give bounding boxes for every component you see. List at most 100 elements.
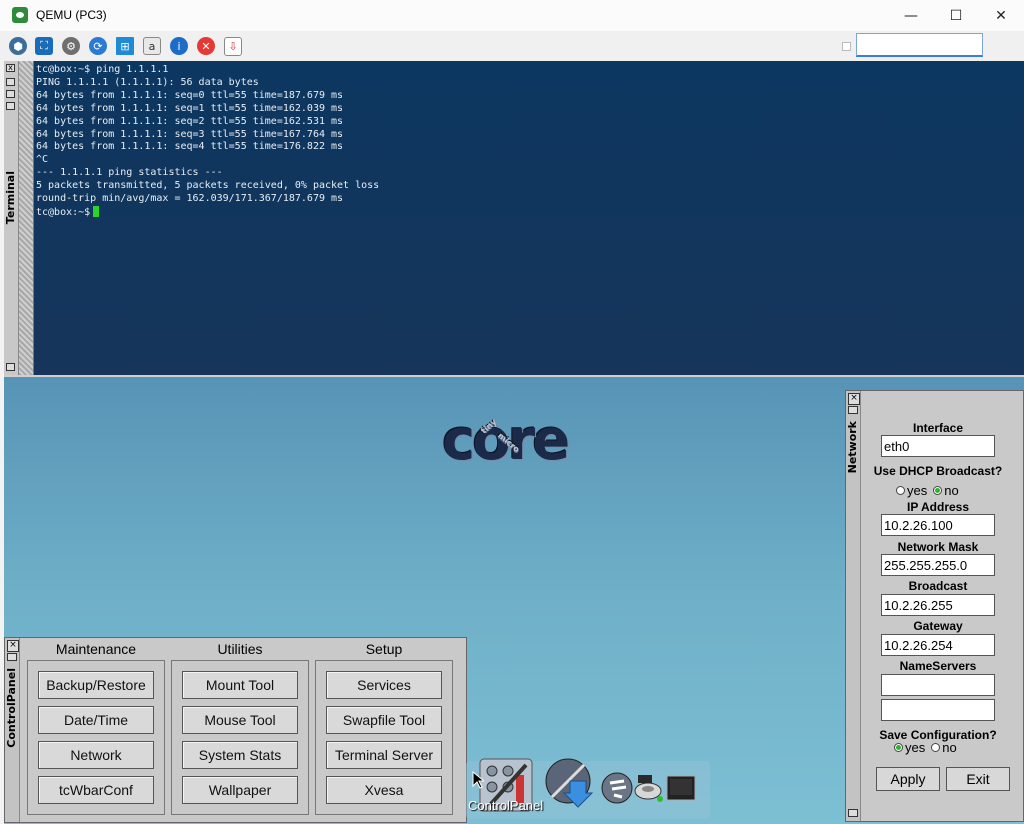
broadcast-field[interactable] — [881, 594, 995, 616]
control-panel-shade-icon[interactable] — [7, 653, 17, 661]
terminal-label: Terminal — [4, 171, 17, 225]
terminal-maximize-icon[interactable] — [6, 102, 15, 110]
dhcp-radio-group: yes no — [896, 483, 959, 498]
utilities-heading: Utilities — [217, 641, 263, 657]
maintenance-frame: Backup/Restore Date/Time Network tcWbarC… — [27, 660, 165, 815]
dhcp-label: Use DHCP Broadcast? — [873, 464, 1003, 478]
terminal-line: 64 bytes from 1.1.1.1: seq=2 ttl=55 time… — [36, 115, 344, 127]
toolbar-input[interactable] — [856, 33, 983, 57]
services-button[interactable]: Services — [326, 671, 442, 699]
terminal-iconify-icon[interactable] — [6, 90, 15, 98]
mouse-tool-button[interactable]: Mouse Tool — [182, 706, 298, 734]
terminal-sidebar: x Terminal — [4, 61, 19, 375]
gateway-label: Gateway — [913, 619, 963, 633]
vm-display[interactable]: x Terminal tc@box:~$ ping 1.1.1.1 PING 1… — [4, 61, 1024, 824]
terminal-line: --- 1.1.1.1 ping statistics --- — [36, 167, 223, 179]
window-titlebar: QEMU (PC3) — ☐ ✕ — [0, 0, 1024, 31]
utilities-column: Utilities Mount Tool Mouse Tool System S… — [171, 640, 309, 815]
terminal-line: 64 bytes from 1.1.1.1: seq=1 ttl=55 time… — [36, 102, 344, 114]
terminal-scrollbar[interactable] — [19, 61, 34, 375]
stop-icon[interactable]: ✕ — [197, 37, 215, 55]
windows-icon[interactable]: ⊞ — [116, 37, 134, 55]
dhcp-yes-label: yes — [907, 483, 928, 498]
interface-field[interactable] — [881, 435, 995, 457]
control-panel-label: ControlPanel — [5, 668, 18, 748]
terminal-output: tc@box:~$ ping 1.1.1.1 PING 1.1.1.1 (1.1… — [36, 64, 1020, 220]
wbar-hover-label: ControlPanel — [468, 798, 544, 813]
nameserver2-field[interactable] — [881, 699, 995, 721]
refresh-icon[interactable]: ⟳ — [89, 37, 107, 55]
core-logo: core tiny micro — [442, 408, 570, 473]
save-yes-label: yes — [905, 740, 926, 755]
network-shade-icon[interactable] — [848, 406, 858, 414]
terminal-line: 64 bytes from 1.1.1.1: seq=4 ttl=55 time… — [36, 141, 344, 153]
ip-field[interactable] — [881, 514, 995, 536]
capture-icon[interactable]: ⇩ — [224, 37, 242, 56]
tcwbarconf-button[interactable]: tcWbarConf — [38, 776, 154, 804]
network-button[interactable]: Network — [38, 741, 154, 769]
window-title: QEMU (PC3) — [36, 8, 107, 22]
terminal-close-icon[interactable]: x — [6, 64, 15, 72]
backup-restore-button[interactable]: Backup/Restore — [38, 671, 154, 699]
terminal-server-button[interactable]: Terminal Server — [326, 741, 442, 769]
dhcp-no-label: no — [944, 483, 959, 498]
maintenance-column: Maintenance Backup/Restore Date/Time Net… — [27, 640, 165, 815]
broadcast-label: Broadcast — [908, 579, 968, 593]
setup-frame: Services Swapfile Tool Terminal Server X… — [315, 660, 453, 815]
toolbar-checkbox[interactable] — [842, 42, 851, 51]
nameservers-label: NameServers — [899, 659, 977, 673]
terminal-window[interactable]: x Terminal tc@box:~$ ping 1.1.1.1 PING 1… — [4, 61, 1024, 377]
console-icon[interactable]: a — [143, 37, 161, 55]
minimize-button[interactable]: — — [888, 0, 934, 31]
network-icon[interactable]: ⬢ — [9, 37, 27, 55]
save-yes-radio[interactable] — [894, 743, 903, 752]
mount-icon[interactable] — [634, 773, 666, 805]
close-button[interactable]: ✕ — [978, 0, 1024, 31]
maintenance-heading: Maintenance — [55, 641, 137, 657]
swapfile-tool-button[interactable]: Swapfile Tool — [326, 706, 442, 734]
apply-button[interactable]: Apply — [876, 767, 940, 791]
network-close-icon[interactable]: × — [848, 393, 860, 405]
ip-label: IP Address — [906, 500, 970, 514]
wallpaper-button[interactable]: Wallpaper — [182, 776, 298, 804]
save-no-label: no — [942, 740, 957, 755]
xvesa-button[interactable]: Xvesa — [326, 776, 442, 804]
control-panel-close-icon[interactable]: × — [7, 640, 19, 652]
utilities-frame: Mount Tool Mouse Tool System Stats Wallp… — [171, 660, 309, 815]
nameserver1-field[interactable] — [881, 674, 995, 696]
mask-field[interactable] — [881, 554, 995, 576]
apps-icon[interactable] — [544, 757, 594, 809]
setup-column: Setup Services Swapfile Tool Terminal Se… — [315, 640, 453, 815]
network-sidebar: × Network — [846, 391, 861, 821]
gateway-field[interactable] — [881, 634, 995, 656]
fullscreen-icon[interactable]: ⛶ — [35, 37, 53, 55]
run-icon[interactable] — [600, 771, 634, 805]
date-time-button[interactable]: Date/Time — [38, 706, 154, 734]
system-stats-button[interactable]: System Stats — [182, 741, 298, 769]
terminal-icon[interactable] — [666, 775, 696, 803]
terminal-prompt: tc@box:~$ — [36, 206, 91, 218]
terminal-line: PING 1.1.1.1 (1.1.1.1): 56 data bytes — [36, 76, 259, 88]
terminal-line: round-trip min/avg/max = 162.039/171.367… — [36, 193, 344, 205]
settings-icon[interactable]: ⚙ — [62, 37, 80, 55]
maximize-button[interactable]: ☐ — [933, 0, 979, 31]
terminal-line: 64 bytes from 1.1.1.1: seq=0 ttl=55 time… — [36, 89, 344, 101]
interface-label: Interface — [912, 421, 964, 435]
exit-button[interactable]: Exit — [946, 767, 1010, 791]
save-no-radio[interactable] — [931, 743, 941, 752]
terminal-shade-icon[interactable] — [6, 78, 15, 86]
terminal-resize-icon[interactable] — [6, 363, 15, 371]
terminal-line: 5 packets transmitted, 5 packets receive… — [36, 180, 380, 192]
save-radio-group: yes no — [894, 740, 957, 755]
info-icon[interactable]: i — [170, 37, 188, 55]
mount-tool-button[interactable]: Mount Tool — [182, 671, 298, 699]
mask-label: Network Mask — [897, 540, 979, 554]
control-panel: × ControlPanel Maintenance Backup/Restor… — [4, 637, 467, 823]
dhcp-yes-radio[interactable] — [896, 486, 905, 495]
terminal-line: tc@box:~$ ping 1.1.1.1 — [36, 64, 169, 75]
control-panel-sidebar: × ControlPanel — [5, 638, 20, 822]
setup-heading: Setup — [365, 641, 403, 657]
network-resize-icon[interactable] — [848, 809, 858, 817]
network-panel: × Network Interface Use DHCP Broadcast? … — [845, 390, 1024, 822]
dhcp-no-radio[interactable] — [933, 486, 943, 495]
